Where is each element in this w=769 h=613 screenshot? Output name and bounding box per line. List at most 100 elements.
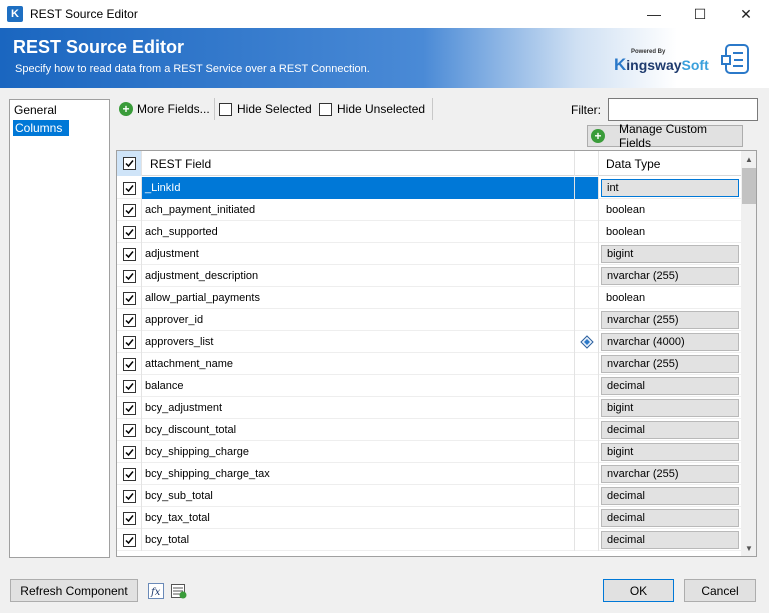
row-field-name[interactable]: _LinkId: [142, 177, 574, 199]
data-type-dropdown[interactable]: bigint: [601, 443, 739, 461]
manage-custom-fields-button[interactable]: + Manage Custom Fields: [587, 122, 743, 150]
table-row[interactable]: bcy_tax_total decimal: [117, 507, 741, 529]
row-checkbox-cell[interactable]: [117, 309, 142, 331]
row-field-name[interactable]: bcy_total: [142, 529, 574, 551]
row-checkbox[interactable]: [122, 423, 136, 437]
header-rest-field[interactable]: REST Field: [142, 151, 574, 176]
scroll-up-icon[interactable]: ▲: [741, 151, 756, 167]
data-type-dropdown[interactable]: decimal: [601, 487, 739, 505]
row-checkbox-cell[interactable]: [117, 397, 142, 419]
row-checkbox[interactable]: [122, 379, 136, 393]
data-type-dropdown[interactable]: nvarchar (255): [601, 465, 739, 483]
row-checkbox-cell[interactable]: [117, 287, 142, 309]
row-checkbox-cell[interactable]: [117, 441, 142, 463]
row-field-name[interactable]: bcy_adjustment: [142, 397, 574, 419]
row-checkbox-cell[interactable]: [117, 331, 142, 353]
row-field-name[interactable]: allow_partial_payments: [142, 287, 574, 309]
row-data-type[interactable]: bigint: [599, 441, 741, 463]
row-data-type[interactable]: bigint: [599, 243, 741, 265]
refresh-component-button[interactable]: Refresh Component: [10, 579, 138, 602]
ok-button[interactable]: OK: [603, 579, 674, 602]
select-all-cell[interactable]: [117, 151, 142, 176]
header-data-type[interactable]: Data Type: [599, 151, 741, 176]
row-data-type[interactable]: decimal: [599, 529, 741, 551]
table-row[interactable]: adjustment bigint: [117, 243, 741, 265]
row-checkbox[interactable]: [122, 225, 136, 239]
row-field-name[interactable]: bcy_discount_total: [142, 419, 574, 441]
row-checkbox-cell[interactable]: [117, 507, 142, 529]
data-type-dropdown[interactable]: decimal: [601, 509, 739, 527]
row-field-name[interactable]: ach_payment_initiated: [142, 199, 574, 221]
row-checkbox-cell[interactable]: [117, 419, 142, 441]
row-checkbox-cell[interactable]: [117, 177, 142, 199]
row-checkbox[interactable]: [122, 291, 136, 305]
filter-input[interactable]: [608, 98, 758, 121]
table-row[interactable]: allow_partial_payments boolean: [117, 287, 741, 309]
row-checkbox-cell[interactable]: [117, 485, 142, 507]
row-checkbox[interactable]: [122, 445, 136, 459]
data-type-dropdown[interactable]: bigint: [601, 399, 739, 417]
row-field-name[interactable]: bcy_shipping_charge_tax: [142, 463, 574, 485]
cancel-button[interactable]: Cancel: [684, 579, 756, 602]
table-row[interactable]: bcy_sub_total decimal: [117, 485, 741, 507]
row-field-name[interactable]: balance: [142, 375, 574, 397]
row-checkbox-cell[interactable]: [117, 463, 142, 485]
row-checkbox-cell[interactable]: [117, 353, 142, 375]
table-row[interactable]: ach_supported boolean: [117, 221, 741, 243]
row-marker-cell[interactable]: [574, 331, 599, 353]
data-type-dropdown[interactable]: nvarchar (255): [601, 311, 739, 329]
row-field-name[interactable]: bcy_sub_total: [142, 485, 574, 507]
row-checkbox[interactable]: [122, 511, 136, 525]
table-row[interactable]: approver_id nvarchar (255): [117, 309, 741, 331]
nav-item-general[interactable]: General: [10, 102, 109, 118]
data-type-dropdown[interactable]: decimal: [601, 531, 739, 549]
row-data-type[interactable]: nvarchar (255): [599, 463, 741, 485]
row-checkbox[interactable]: [122, 335, 136, 349]
data-type-dropdown[interactable]: nvarchar (255): [601, 355, 739, 373]
row-checkbox-cell[interactable]: [117, 243, 142, 265]
hide-selected-toggle[interactable]: Hide Selected: [219, 102, 312, 116]
data-type-dropdown[interactable]: nvarchar (4000): [601, 333, 739, 351]
table-row[interactable]: bcy_shipping_charge_tax nvarchar (255): [117, 463, 741, 485]
scroll-down-icon[interactable]: ▼: [741, 540, 756, 556]
row-field-name[interactable]: ach_supported: [142, 221, 574, 243]
row-data-type[interactable]: nvarchar (255): [599, 309, 741, 331]
table-row[interactable]: balance decimal: [117, 375, 741, 397]
row-field-name[interactable]: approver_id: [142, 309, 574, 331]
row-checkbox-cell[interactable]: [117, 199, 142, 221]
row-checkbox-cell[interactable]: [117, 265, 142, 287]
row-field-name[interactable]: adjustment_description: [142, 265, 574, 287]
row-field-name[interactable]: adjustment: [142, 243, 574, 265]
data-type-dropdown[interactable]: int: [601, 179, 739, 197]
row-checkbox[interactable]: [122, 357, 136, 371]
row-field-name[interactable]: bcy_tax_total: [142, 507, 574, 529]
row-data-type[interactable]: decimal: [599, 485, 741, 507]
nav-item-columns[interactable]: Columns: [13, 120, 69, 136]
row-data-type[interactable]: nvarchar (4000): [599, 331, 741, 353]
hide-unselected-checkbox[interactable]: [319, 102, 332, 116]
row-data-type[interactable]: bigint: [599, 397, 741, 419]
row-checkbox[interactable]: [122, 467, 136, 481]
table-row[interactable]: bcy_discount_total decimal: [117, 419, 741, 441]
table-row[interactable]: bcy_adjustment bigint: [117, 397, 741, 419]
row-data-type[interactable]: nvarchar (255): [599, 353, 741, 375]
row-checkbox-cell[interactable]: [117, 375, 142, 397]
minimize-button[interactable]: —: [631, 0, 677, 28]
data-type-dropdown[interactable]: decimal: [601, 377, 739, 395]
data-type-dropdown[interactable]: bigint: [601, 245, 739, 263]
row-checkbox-cell[interactable]: [117, 529, 142, 551]
row-checkbox[interactable]: [122, 247, 136, 261]
table-row[interactable]: attachment_name nvarchar (255): [117, 353, 741, 375]
data-type-dropdown[interactable]: decimal: [601, 421, 739, 439]
row-checkbox[interactable]: [122, 489, 136, 503]
maximize-button[interactable]: ☐: [677, 0, 723, 28]
row-field-name[interactable]: attachment_name: [142, 353, 574, 375]
row-checkbox[interactable]: [122, 533, 136, 547]
more-fields-button[interactable]: + More Fields...: [119, 102, 210, 116]
row-checkbox[interactable]: [122, 269, 136, 283]
table-settings-icon[interactable]: [171, 583, 187, 599]
row-data-type[interactable]: nvarchar (255): [599, 265, 741, 287]
table-row[interactable]: ach_payment_initiated boolean: [117, 199, 741, 221]
row-data-type[interactable]: decimal: [599, 419, 741, 441]
row-checkbox[interactable]: [122, 401, 136, 415]
